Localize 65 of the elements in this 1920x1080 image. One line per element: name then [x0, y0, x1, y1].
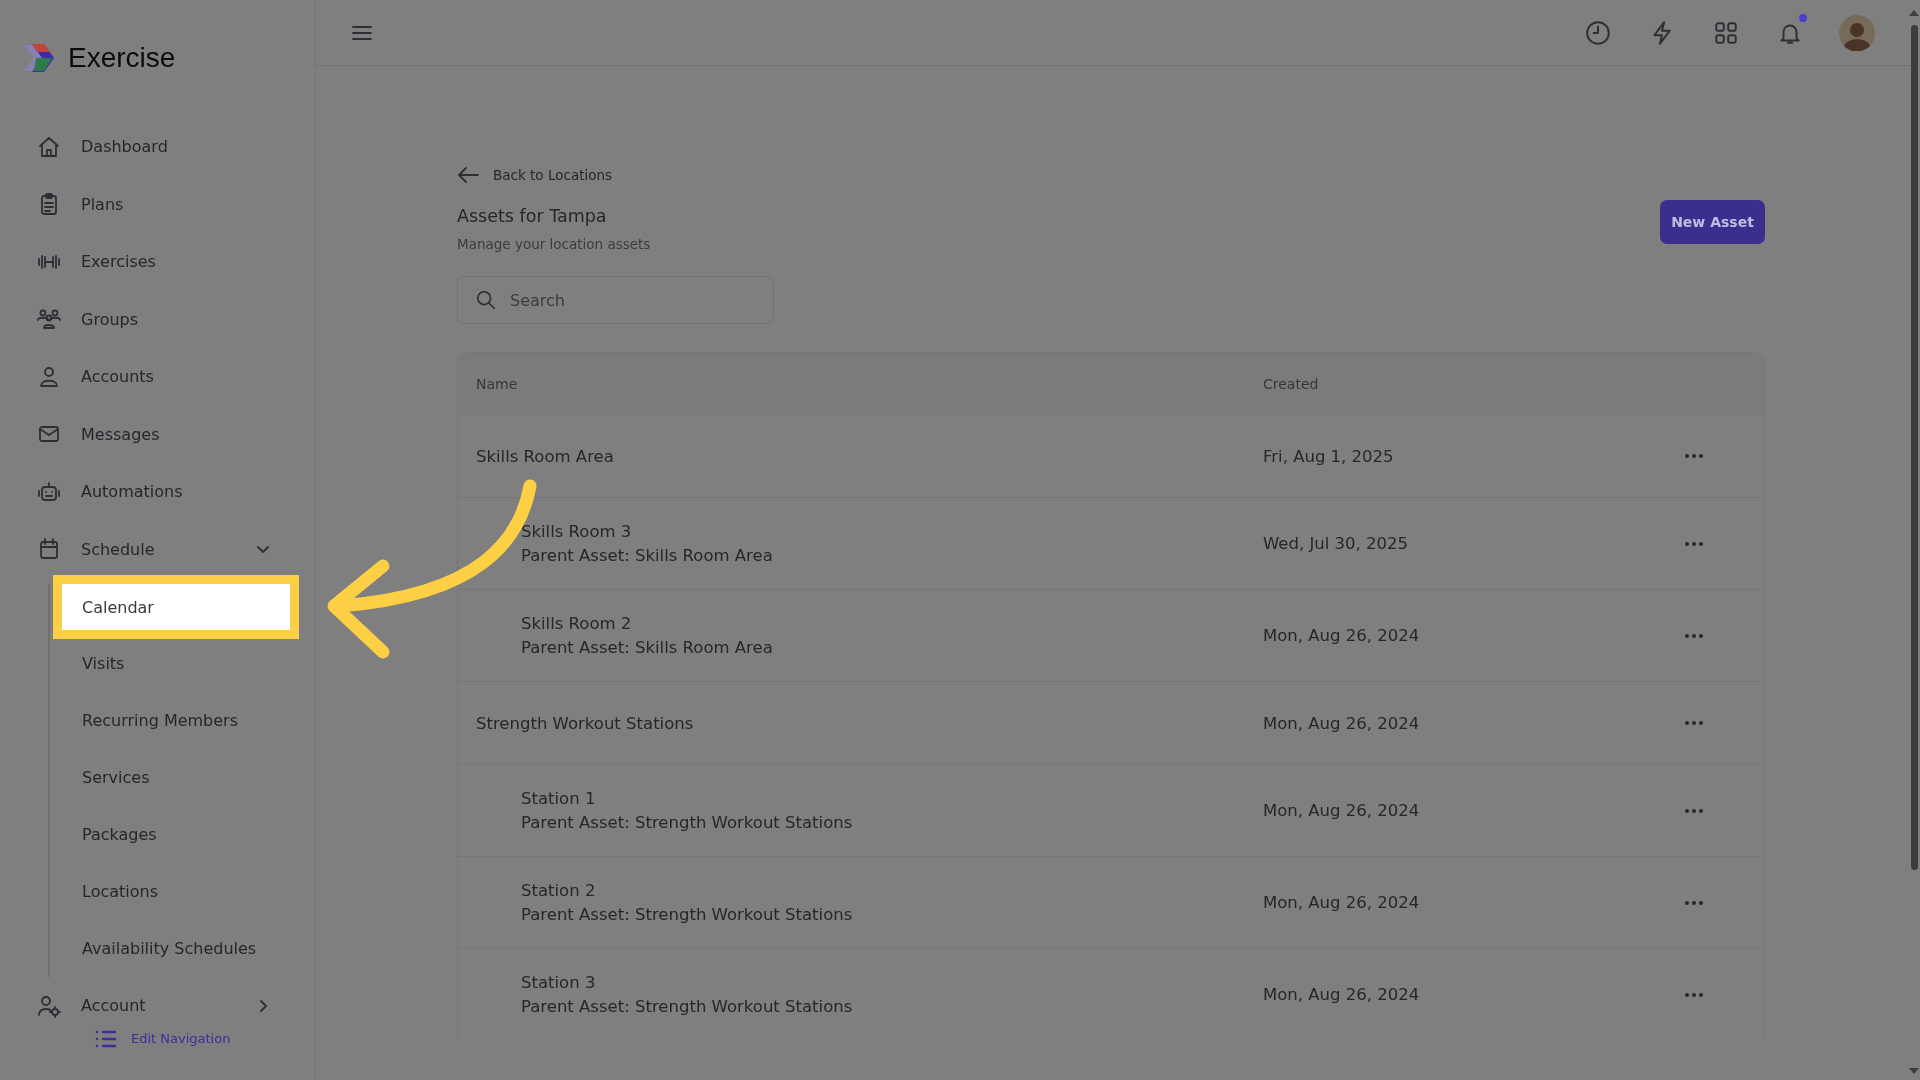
- back-arrow-icon[interactable]: [457, 166, 479, 184]
- scrollbar-thumb[interactable]: [1911, 25, 1918, 870]
- search-field[interactable]: Search: [457, 276, 774, 324]
- list-icon: [95, 1028, 117, 1049]
- more-icon[interactable]: [1684, 991, 1704, 998]
- clock-icon[interactable]: [1585, 19, 1611, 46]
- scroll-down-icon[interactable]: [1908, 1066, 1920, 1076]
- created-date: Mon, Aug 26, 2024: [1263, 893, 1421, 912]
- home-icon: [37, 134, 61, 159]
- asset-name: Skills Room 3: [521, 522, 632, 541]
- back-link[interactable]: Back to Locations: [493, 167, 613, 183]
- parent-asset: Parent Asset: Skills Room Area: [521, 546, 773, 565]
- new-asset-button[interactable]: New Asset: [1660, 200, 1765, 244]
- created-date: Mon, Aug 26, 2024: [1263, 713, 1421, 733]
- calendar-icon: [37, 537, 61, 562]
- nav-item[interactable]: Dashboard: [0, 118, 300, 176]
- created-date: Mon, Aug 26, 2024: [1263, 985, 1421, 1004]
- more-icon[interactable]: [1684, 632, 1704, 639]
- created-date: Mon, Aug 26, 2024: [1263, 626, 1421, 645]
- nav-item[interactable]: Exercises: [0, 233, 300, 291]
- nav-subitem[interactable]: Services: [50, 749, 300, 806]
- nav-item[interactable]: Accounts: [0, 348, 300, 406]
- search-icon: [475, 289, 497, 311]
- page-subtitle: Manage your location assets: [457, 236, 651, 252]
- more-icon[interactable]: [1684, 453, 1704, 459]
- created-date: Fri, Aug 1, 2025: [1263, 446, 1395, 466]
- scroll-up-icon[interactable]: [1908, 8, 1920, 18]
- asset-name: Station 3: [521, 973, 596, 992]
- nav-subitem[interactable]: Packages: [50, 806, 300, 863]
- nav-subitem[interactable]: Recurring Members: [50, 692, 300, 749]
- parent-asset: Parent Asset: Skills Room Area: [521, 638, 773, 657]
- created-date: Wed, Jul 30, 2025: [1263, 534, 1410, 553]
- logo-icon: [22, 41, 56, 75]
- column-header: Created: [1263, 375, 1320, 392]
- nav-item[interactable]: Automations: [0, 463, 300, 521]
- asset-name: Station 2: [521, 881, 596, 900]
- people-icon: [37, 307, 61, 332]
- parent-asset: Parent Asset: Strength Workout Stations: [521, 997, 853, 1016]
- asset-name: Station 1: [521, 789, 596, 808]
- edit-navigation-link[interactable]: Edit Navigation: [131, 1031, 231, 1046]
- created-date: Mon, Aug 26, 2024: [1263, 801, 1421, 820]
- avatar[interactable]: [1839, 14, 1875, 51]
- page-title: Assets for Tampa: [457, 206, 608, 226]
- app-name: Exercise: [68, 42, 176, 74]
- asset-name: Strength Workout Stations: [476, 713, 694, 733]
- more-icon[interactable]: [1684, 720, 1704, 726]
- asset-name: Skills Room 2: [521, 614, 632, 633]
- column-header: Name: [476, 375, 519, 392]
- nav-item[interactable]: Plans: [0, 175, 300, 233]
- nav-item[interactable]: Groups: [0, 290, 300, 348]
- nav-item[interactable]: Messages: [0, 405, 300, 463]
- parent-asset: Parent Asset: Strength Workout Stations: [521, 905, 853, 924]
- nav-subitem[interactable]: Availability Schedules: [50, 920, 300, 977]
- asset-name: Skills Room Area: [476, 446, 614, 466]
- grid-icon[interactable]: [1713, 19, 1739, 46]
- user-gear-icon: [37, 993, 61, 1018]
- robot-icon: [37, 479, 61, 504]
- more-icon[interactable]: [1684, 540, 1704, 547]
- nav-item[interactable]: Schedule: [0, 520, 300, 578]
- more-icon[interactable]: [1684, 807, 1704, 814]
- parent-asset: Parent Asset: Strength Workout Stations: [521, 813, 853, 832]
- nav-subitem[interactable]: Locations: [50, 863, 300, 920]
- more-icon[interactable]: [1684, 899, 1704, 906]
- person-icon: [37, 364, 61, 389]
- nav-subitem[interactable]: Visits: [50, 635, 300, 692]
